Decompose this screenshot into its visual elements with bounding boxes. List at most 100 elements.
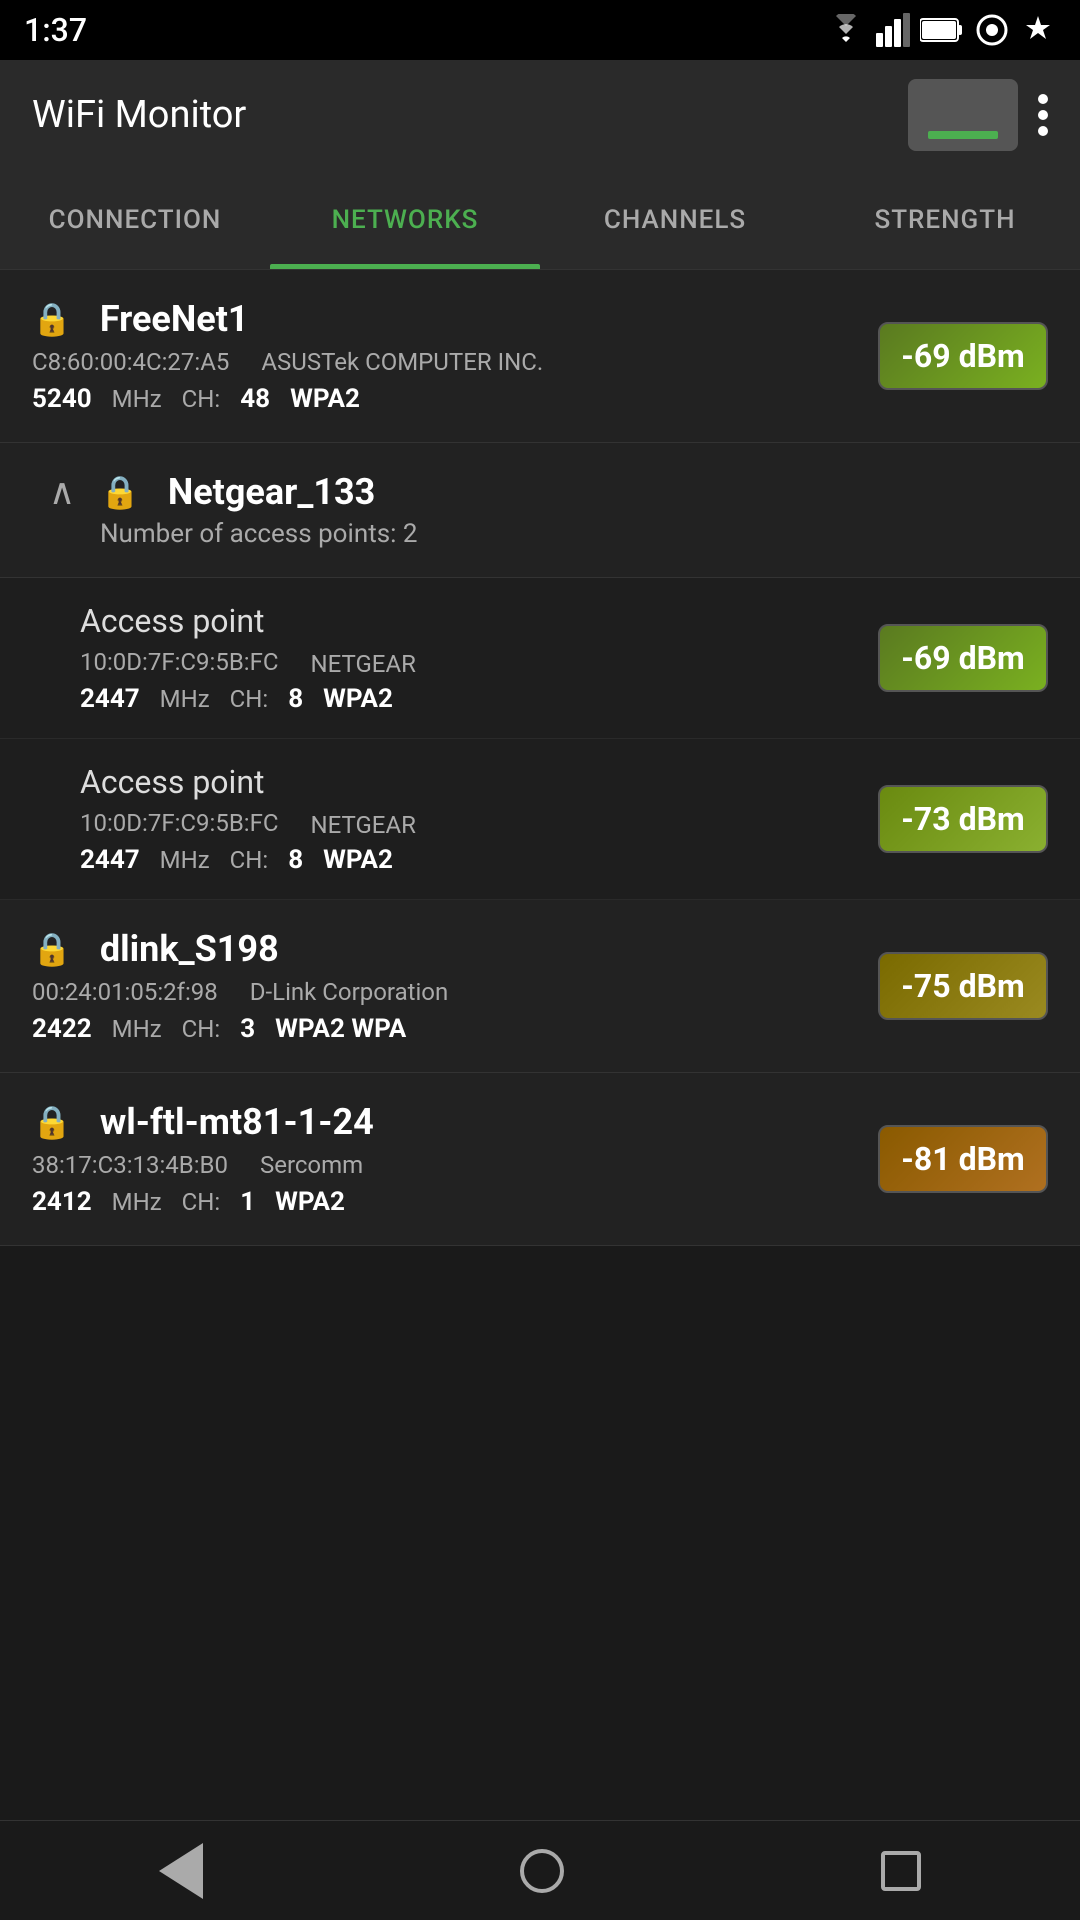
network-name-freenet1: FreeNet1 bbox=[100, 298, 249, 340]
network-details-freenet1: C8:60:00:4C:27:A5 ASUSTek COMPUTER INC. … bbox=[32, 348, 543, 414]
ap1-freq: 2447 bbox=[80, 684, 140, 714]
freq-dlinks198: 2422 bbox=[32, 1014, 92, 1044]
access-point-2-info: Access point 10:0D:7F:C9:5B:FC NETGEAR 2… bbox=[80, 763, 878, 875]
network-name-dlinks198: dlink_S198 bbox=[100, 928, 279, 970]
monitor-button-line bbox=[928, 131, 998, 139]
network-header-dlinks198: 🔒 dlink_S198 00:24:01:05:2f:98 D-Link Co… bbox=[32, 928, 1048, 1044]
access-point-1-info: Access point 10:0D:7F:C9:5B:FC NETGEAR 2… bbox=[80, 602, 878, 714]
home-button[interactable] bbox=[520, 1849, 564, 1893]
mac-freenet1: C8:60:00:4C:27:A5 bbox=[32, 348, 229, 376]
signal-badge-dlinks198: -75 dBm bbox=[878, 952, 1048, 1020]
recents-button[interactable] bbox=[881, 1851, 921, 1891]
network-header-wlftlmt: 🔒 wl-ftl-mt81-1-24 38:17:C3:13:4B:B0 Ser… bbox=[32, 1101, 1048, 1217]
tab-strength[interactable]: STRENGTH bbox=[810, 170, 1080, 269]
network-list: 🔒 FreeNet1 C8:60:00:4C:27:A5 ASUSTek COM… bbox=[0, 270, 1080, 1246]
mac-dlinks198: 00:24:01:05:2f:98 bbox=[32, 978, 218, 1006]
lock-icon-freenet1: 🔒 bbox=[32, 300, 72, 338]
channel-dlinks198: 3 bbox=[240, 1014, 255, 1044]
tabs: CONNECTION NETWORKS CHANNELS STRENGTH bbox=[0, 170, 1080, 270]
network-item-dlinks198: 🔒 dlink_S198 00:24:01:05:2f:98 D-Link Co… bbox=[0, 900, 1080, 1073]
back-icon bbox=[159, 1843, 203, 1899]
signal-badge-ap1: -69 dBm bbox=[878, 624, 1048, 692]
security-freenet1: WPA2 bbox=[290, 384, 360, 414]
network-details-wlftlmt: 38:17:C3:13:4B:B0 Sercomm 2412 MHz CH: 1… bbox=[32, 1151, 374, 1217]
network-name-wlftlmt: wl-ftl-mt81-1-24 bbox=[100, 1101, 374, 1143]
vendor-freenet1: ASUSTek COMPUTER INC. bbox=[261, 348, 543, 376]
freq-line-freenet1: 5240 MHz CH: 48 WPA2 bbox=[32, 384, 543, 414]
network-details-dlinks198: 00:24:01:05:2f:98 D-Link Corporation 242… bbox=[32, 978, 448, 1044]
freq-wlftlmt: 2412 bbox=[32, 1187, 92, 1217]
freq-unit-freenet1: MHz bbox=[112, 385, 162, 413]
ap2-channel: 8 bbox=[288, 845, 303, 875]
ap1-label: Access point bbox=[80, 602, 878, 640]
network-name-row-dlinks198: 🔒 dlink_S198 bbox=[32, 928, 448, 970]
network-info-freenet1: 🔒 FreeNet1 C8:60:00:4C:27:A5 ASUSTek COM… bbox=[32, 298, 543, 414]
mac-vendor-freenet1: C8:60:00:4C:27:A5 ASUSTek COMPUTER INC. bbox=[32, 348, 543, 376]
lock-icon-dlinks198: 🔒 bbox=[32, 930, 72, 968]
ap2-security: WPA2 bbox=[323, 845, 393, 875]
network-name-row-freenet1: 🔒 FreeNet1 bbox=[32, 298, 543, 340]
network-item-netgear133: ∧ 🔒 Netgear_133 Number of access points:… bbox=[0, 443, 1080, 578]
vendor-wlftlmt: Sercomm bbox=[260, 1151, 363, 1179]
freq-line-wlftlmt: 2412 MHz CH: 1 WPA2 bbox=[32, 1187, 374, 1217]
status-time: 1:37 bbox=[24, 11, 87, 49]
vendor-dlinks198: D-Link Corporation bbox=[250, 978, 448, 1006]
app-bar-actions bbox=[908, 79, 1048, 151]
network-name-row-wlftlmt: 🔒 wl-ftl-mt81-1-24 bbox=[32, 1101, 374, 1143]
ap1-mac-vendor: 10:0D:7F:C9:5B:FC NETGEAR bbox=[80, 648, 878, 680]
signal-status-icon bbox=[876, 13, 910, 47]
network-info-dlinks198: 🔒 dlink_S198 00:24:01:05:2f:98 D-Link Co… bbox=[32, 928, 448, 1044]
signal-badge-freenet1: -69 dBm bbox=[878, 322, 1048, 390]
mac-vendor-dlinks198: 00:24:01:05:2f:98 D-Link Corporation bbox=[32, 978, 448, 1006]
ap1-vendor: NETGEAR bbox=[310, 650, 415, 678]
network-count-netgear133: Number of access points: 2 bbox=[100, 519, 417, 549]
battery-status-icon bbox=[920, 16, 964, 44]
access-point-1: Access point 10:0D:7F:C9:5B:FC NETGEAR 2… bbox=[0, 578, 1080, 739]
network-item-freenet1: 🔒 FreeNet1 C8:60:00:4C:27:A5 ASUSTek COM… bbox=[0, 270, 1080, 443]
ap2-label: Access point bbox=[80, 763, 878, 801]
status-icons bbox=[826, 12, 1056, 48]
icon1-status bbox=[974, 12, 1010, 48]
channel-wlftlmt: 1 bbox=[240, 1187, 255, 1217]
signal-badge-ap2: -73 dBm bbox=[878, 785, 1048, 853]
signal-badge-wlftlmt: -81 dBm bbox=[878, 1125, 1048, 1193]
ap2-mac-vendor: 10:0D:7F:C9:5B:FC NETGEAR bbox=[80, 809, 878, 841]
ap1-mac: 10:0D:7F:C9:5B:FC bbox=[80, 648, 278, 676]
security-wlftlmt: WPA2 bbox=[275, 1187, 345, 1217]
lock-icon-netgear133: 🔒 bbox=[100, 473, 140, 511]
mac-vendor-wlftlmt: 38:17:C3:13:4B:B0 Sercomm bbox=[32, 1151, 374, 1179]
tab-connection[interactable]: CONNECTION bbox=[0, 170, 270, 269]
freq-line-dlinks198: 2422 MHz CH: 3 WPA2 WPA bbox=[32, 1014, 448, 1044]
expand-chevron-netgear133[interactable]: ∧ bbox=[32, 471, 92, 513]
network-header-netgear133: ∧ 🔒 Netgear_133 Number of access points:… bbox=[32, 471, 1048, 549]
ap2-mac: 10:0D:7F:C9:5B:FC bbox=[80, 809, 278, 837]
channel-freenet1: 48 bbox=[240, 384, 270, 414]
ap2-vendor: NETGEAR bbox=[310, 811, 415, 839]
network-item-wlftlmt: 🔒 wl-ftl-mt81-1-24 38:17:C3:13:4B:B0 Ser… bbox=[0, 1073, 1080, 1246]
access-point-2: Access point 10:0D:7F:C9:5B:FC NETGEAR 2… bbox=[0, 739, 1080, 900]
more-options-button[interactable] bbox=[1038, 94, 1048, 136]
ch-label-freenet1: CH: bbox=[182, 385, 221, 413]
mac-wlftlmt: 38:17:C3:13:4B:B0 bbox=[32, 1151, 228, 1179]
network-info-netgear133: 🔒 Netgear_133 Number of access points: 2 bbox=[100, 471, 417, 549]
tab-channels[interactable]: CHANNELS bbox=[540, 170, 810, 269]
lock-icon-wlftlmt: 🔒 bbox=[32, 1103, 72, 1141]
tab-networks[interactable]: NETWORKS bbox=[270, 170, 540, 269]
back-button[interactable] bbox=[159, 1843, 203, 1899]
app-title: WiFi Monitor bbox=[32, 93, 246, 137]
home-icon bbox=[520, 1849, 564, 1893]
monitor-button[interactable] bbox=[908, 79, 1018, 151]
access-points-container-netgear133: Access point 10:0D:7F:C9:5B:FC NETGEAR 2… bbox=[0, 578, 1080, 900]
status-bar: 1:37 bbox=[0, 0, 1080, 60]
network-header-freenet1: 🔒 FreeNet1 C8:60:00:4C:27:A5 ASUSTek COM… bbox=[32, 298, 1048, 414]
ap2-freq: 2447 bbox=[80, 845, 140, 875]
network-name-netgear133: Netgear_133 bbox=[168, 471, 375, 513]
security-dlinks198: WPA2 WPA bbox=[275, 1014, 406, 1044]
icon2-status bbox=[1020, 12, 1056, 48]
network-name-row-netgear133: 🔒 Netgear_133 bbox=[100, 471, 417, 513]
bottom-nav bbox=[0, 1820, 1080, 1920]
ap2-freq-line: 2447 MHz CH: 8 WPA2 bbox=[80, 845, 878, 875]
recents-icon bbox=[881, 1851, 921, 1891]
app-bar: WiFi Monitor bbox=[0, 60, 1080, 170]
ap1-security: WPA2 bbox=[323, 684, 393, 714]
